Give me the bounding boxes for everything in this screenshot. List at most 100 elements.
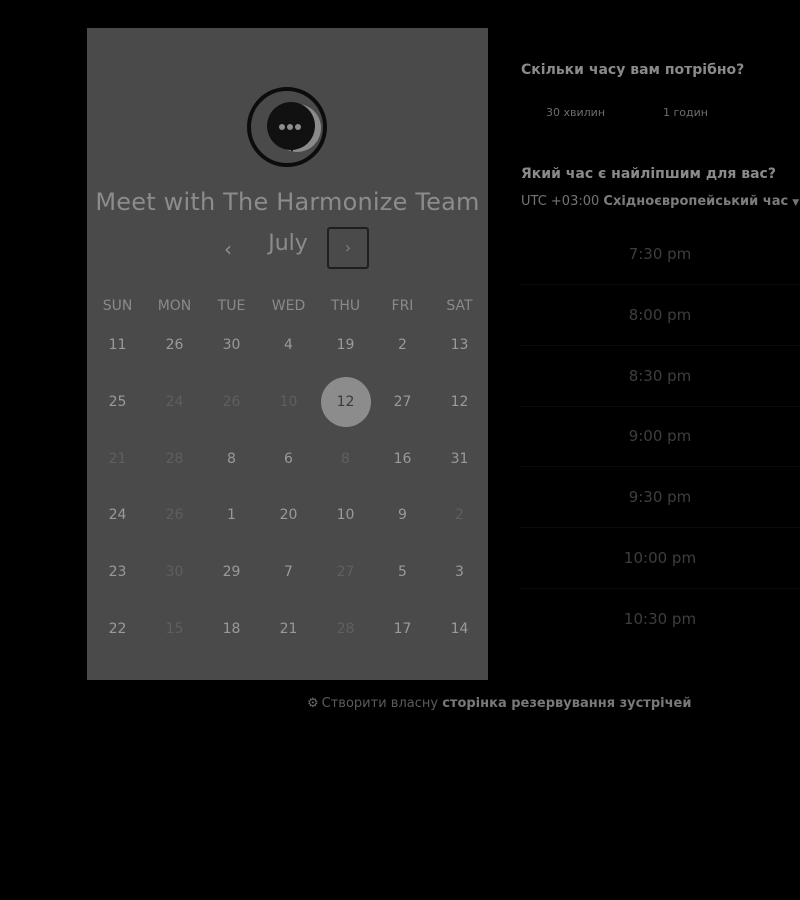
weekday-label: THU	[330, 298, 361, 314]
duration-option-1hour[interactable]: 1 годин	[663, 106, 708, 119]
calendar-day[interactable]: 31	[431, 430, 488, 487]
calendar-day-selected[interactable]: 12	[317, 374, 374, 431]
weekday-label: SUN	[102, 298, 133, 314]
calendar-day[interactable]: 10	[317, 487, 374, 544]
day-number: 16	[393, 450, 412, 467]
time-slot[interactable]: 10:30 pm	[520, 611, 800, 680]
calendar-panel: Meet with The Harmonize Team ‹ July › SU…	[87, 28, 488, 680]
day-number: 5	[398, 564, 407, 581]
calendar-week-row: 11 26 30 4 19 2 13	[89, 317, 488, 374]
day-number: 24	[165, 394, 184, 411]
prev-month-button[interactable]: ‹	[217, 234, 239, 264]
day-number: 8	[227, 450, 236, 467]
timezone-name: Східноєвропейський час	[603, 194, 789, 209]
calendar-day[interactable]: 13	[431, 317, 488, 374]
day-number: 6	[284, 450, 293, 467]
calendar-day[interactable]: 6	[260, 430, 317, 487]
day-number: 27	[336, 564, 355, 581]
calendar-day[interactable]: 23	[89, 544, 146, 601]
calendar-day[interactable]: 11	[89, 317, 146, 374]
calendar-day: 26	[203, 374, 260, 431]
duration-option-30min[interactable]: 30 хвилин	[546, 106, 605, 119]
hubspot-sprocket-icon: ⚙	[307, 696, 319, 711]
calendar-week-row: 25 24 26 10 12 27 12	[89, 374, 488, 431]
day-number: 23	[108, 564, 127, 581]
slot-divider	[520, 466, 800, 468]
weekday-label: FRI	[391, 298, 414, 314]
calendar-day[interactable]: 22	[89, 600, 146, 657]
day-number: 27	[393, 394, 412, 411]
day-number: 14	[450, 620, 469, 637]
day-number: 19	[336, 337, 355, 354]
month-navigation: ‹ July ›	[87, 226, 488, 272]
day-number: 26	[222, 394, 241, 411]
calendar-day[interactable]: 2	[374, 317, 431, 374]
calendar-day[interactable]: 19	[317, 317, 374, 374]
calendar-day[interactable]: 9	[374, 487, 431, 544]
calendar-day[interactable]: 3	[431, 544, 488, 601]
calendar-day[interactable]: 8	[203, 430, 260, 487]
calendar-day[interactable]: 5	[374, 544, 431, 601]
calendar-day[interactable]: 16	[374, 430, 431, 487]
calendar-day[interactable]: 4	[260, 317, 317, 374]
day-number: 2	[455, 507, 464, 524]
footer-link-text: сторінка резервування зустрічей	[442, 696, 692, 711]
calendar-day[interactable]: 12	[431, 374, 488, 431]
day-number: 26	[165, 337, 184, 354]
calendar-week-row: 24 26 1 20 10 9 2	[89, 487, 488, 544]
day-number: 21	[108, 450, 127, 467]
calendar-week-row: 23 30 29 7 27 5 3	[89, 544, 488, 601]
day-number: 18	[222, 620, 241, 637]
day-number: 31	[450, 450, 469, 467]
calendar-day[interactable]: 21	[260, 600, 317, 657]
calendar-day[interactable]: 14	[431, 600, 488, 657]
next-month-button[interactable]: ›	[327, 227, 369, 269]
day-number: 2	[398, 337, 407, 354]
calendar-day[interactable]: 26	[146, 317, 203, 374]
caret-down-icon: ▼	[792, 198, 800, 208]
calendar-day[interactable]: 17	[374, 600, 431, 657]
page-title: Meet with The Harmonize Team	[95, 188, 480, 216]
day-number: 3	[455, 564, 464, 581]
day-number: 25	[108, 394, 127, 411]
slot-divider	[520, 527, 800, 529]
calendar-day[interactable]: 1	[203, 487, 260, 544]
calendar-day: 26	[146, 487, 203, 544]
calendar-day[interactable]: 24	[89, 487, 146, 544]
calendar-week-row: 21 28 8 6 8 16 31	[89, 430, 488, 487]
day-number: 10	[336, 507, 355, 524]
day-number: 15	[165, 620, 184, 637]
calendar-day[interactable]: 27	[374, 374, 431, 431]
calendar-day[interactable]: 20	[260, 487, 317, 544]
day-number: 20	[279, 507, 298, 524]
calendar-day: 21	[89, 430, 146, 487]
current-month: July	[268, 231, 308, 256]
weekday-label: TUE	[217, 298, 246, 314]
weekday-label: WED	[271, 298, 306, 314]
calendar-day: 24	[146, 374, 203, 431]
calendar-day[interactable]: 30	[203, 317, 260, 374]
calendar-day[interactable]: 18	[203, 600, 260, 657]
day-number: 9	[398, 507, 407, 524]
slot-divider	[520, 405, 800, 407]
slot-divider	[520, 284, 800, 285]
timezone-selector[interactable]: UTC +03:00 Східноєвропейський час ▼	[521, 194, 799, 209]
calendar-day[interactable]: 29	[203, 544, 260, 601]
calendar-day: 10	[260, 374, 317, 431]
day-number: 11	[108, 337, 127, 354]
calendar-day[interactable]: 7	[260, 544, 317, 601]
day-number: 30	[165, 564, 184, 581]
day-number: 17	[393, 620, 412, 637]
calendar-day: 27	[317, 544, 374, 601]
day-number: 21	[279, 620, 298, 637]
calendar-day: 30	[146, 544, 203, 601]
day-number: 8	[341, 450, 350, 467]
calendar-day[interactable]: 25	[89, 374, 146, 431]
timezone-offset: UTC +03:00	[521, 194, 600, 209]
day-number: 26	[165, 507, 184, 524]
calendar-day: 8	[317, 430, 374, 487]
calendar-day: 15	[146, 600, 203, 657]
weekday-label: MON	[157, 298, 192, 314]
footer-link[interactable]: ⚙ Створити власну сторінка резервування з…	[307, 696, 691, 711]
day-number: 13	[450, 337, 469, 354]
